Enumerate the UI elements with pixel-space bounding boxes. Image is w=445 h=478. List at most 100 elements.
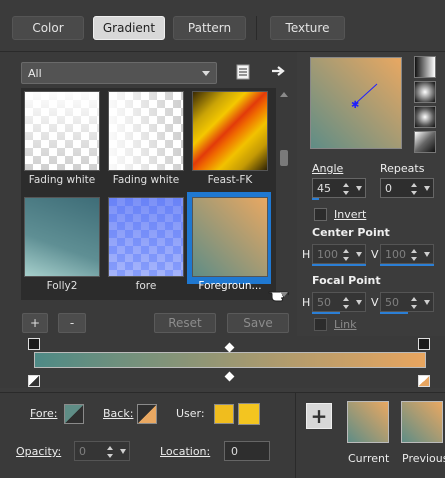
thumbnail-label: Feast-FK [207, 174, 253, 186]
linear-style-icon[interactable] [414, 56, 436, 78]
chevron-down-icon[interactable] [356, 300, 362, 305]
next-button[interactable] [268, 61, 288, 81]
thumbnail-swatch [24, 197, 100, 277]
center-h-input[interactable]: 100 [312, 244, 366, 264]
focal-v-value: 50 [385, 295, 399, 309]
focal-v-label: V [371, 296, 379, 309]
thumbnail-label: Folly2 [46, 280, 78, 292]
link-label: Link [334, 318, 357, 331]
remove-gradient-button[interactable]: - [58, 313, 86, 333]
save-button[interactable]: Save [227, 313, 289, 333]
repeats-value: 0 [385, 181, 392, 195]
spinner-arrows-icon[interactable] [343, 295, 351, 311]
color-stop-left[interactable] [28, 375, 40, 387]
library-scrollbar[interactable] [278, 92, 290, 300]
thumbnail-swatch [24, 91, 100, 171]
user-color-swatch-1[interactable] [214, 404, 234, 424]
svg-text:✱: ✱ [351, 100, 359, 111]
fore-swatch[interactable] [64, 404, 84, 424]
location-input[interactable]: 0 [224, 441, 270, 461]
gradient-thumbnail-selected[interactable]: Foregroun... [187, 192, 271, 292]
angle-handle-icon: ✱ [351, 83, 378, 111]
category-dropdown[interactable]: All [21, 62, 217, 84]
transparency-stop-left[interactable] [28, 338, 40, 350]
chevron-down-icon[interactable] [424, 300, 430, 305]
spinner-arrows-icon[interactable] [107, 444, 115, 460]
angle-slider-fill[interactable] [312, 198, 319, 200]
spinner-arrows-icon[interactable] [411, 247, 419, 263]
current-label: Current [348, 452, 390, 465]
focal-h-label: H [302, 296, 311, 309]
tab-color[interactable]: Color [12, 16, 84, 40]
angle-value: 45 [317, 181, 331, 195]
center-point-label: Center Point [312, 226, 390, 239]
tab-gradient[interactable]: Gradient [93, 16, 165, 40]
thumbnail-label: fore [135, 280, 157, 292]
center-v-input[interactable]: 100 [380, 244, 434, 264]
opacity-value: 0 [79, 444, 86, 458]
tab-pattern[interactable]: Pattern [173, 16, 246, 40]
chevron-down-icon[interactable] [120, 449, 126, 454]
user-color-swatch-2[interactable] [238, 403, 260, 425]
opacity-input[interactable]: 0 [74, 441, 130, 461]
center-h-slider-fill[interactable] [312, 264, 366, 266]
gradient-preview[interactable]: ✱ [310, 57, 402, 149]
opacity-label: Opacity: [16, 445, 62, 458]
center-h-value: 100 [317, 247, 338, 261]
center-v-slider-fill[interactable] [380, 264, 434, 266]
divider [295, 392, 296, 478]
angle-input[interactable]: 45 [312, 178, 366, 198]
previous-label: Previous [402, 452, 445, 465]
previous-swatch[interactable] [401, 401, 443, 443]
document-list-icon [236, 64, 250, 80]
chevron-down-icon[interactable] [356, 186, 362, 191]
invert-label: Invert [334, 208, 367, 221]
resource-manager-button[interactable] [233, 62, 253, 82]
back-swatch[interactable] [137, 404, 157, 424]
scrollbar-thumb[interactable] [280, 150, 288, 166]
scroll-down-icon[interactable] [280, 292, 288, 297]
center-v-label: V [371, 248, 379, 261]
radial-style-icon[interactable] [414, 106, 436, 128]
chevron-down-icon[interactable] [424, 252, 430, 257]
add-to-swatches-button[interactable]: + [306, 403, 332, 429]
reset-button[interactable]: Reset [154, 313, 216, 333]
repeats-input[interactable]: 0 [380, 178, 434, 198]
focal-v-slider-fill[interactable] [380, 312, 408, 314]
gradient-thumbnail[interactable]: Fading white [105, 88, 185, 186]
invert-checkbox[interactable] [314, 208, 327, 221]
add-gradient-button[interactable]: + [22, 313, 48, 333]
link-checkbox[interactable] [314, 318, 327, 331]
thumbnail-swatch [108, 91, 184, 171]
scroll-up-icon[interactable] [280, 92, 288, 97]
spinner-arrows-icon[interactable] [411, 181, 419, 197]
gradient-thumbnail[interactable]: fore [105, 194, 185, 292]
chevron-down-icon[interactable] [356, 252, 362, 257]
transparency-stop-right[interactable] [418, 338, 430, 350]
current-swatch[interactable] [347, 401, 389, 443]
tab-separator [256, 16, 257, 40]
chevron-down-icon[interactable] [424, 186, 430, 191]
gradient-bar[interactable] [34, 352, 426, 368]
focal-v-input[interactable]: 50 [380, 292, 434, 312]
thumbnail-swatch [108, 197, 184, 277]
repeats-label: Repeats [380, 162, 425, 175]
gradient-thumbnail[interactable]: Folly2 [21, 194, 101, 292]
focal-h-input[interactable]: 50 [312, 292, 366, 312]
tab-texture[interactable]: Texture [270, 16, 345, 40]
spinner-arrows-icon[interactable] [411, 295, 419, 311]
gradient-thumbnail[interactable]: Fading white [21, 88, 101, 186]
rectangular-style-icon[interactable] [414, 81, 436, 103]
color-stop-right[interactable] [418, 375, 430, 387]
spinner-arrows-icon[interactable] [343, 181, 351, 197]
gradient-thumbnail[interactable]: Feast-FK [189, 88, 269, 186]
spinner-arrows-icon[interactable] [343, 247, 351, 263]
focal-h-slider-fill[interactable] [312, 312, 340, 314]
arrow-right-icon [272, 66, 285, 76]
sunburst-style-icon[interactable] [414, 131, 436, 153]
center-h-label: H [302, 248, 311, 261]
thumbnail-swatch [192, 91, 268, 171]
angle-label: Angle [312, 162, 344, 175]
focal-point-label: Focal Point [312, 274, 381, 287]
user-label: User: [176, 407, 205, 420]
